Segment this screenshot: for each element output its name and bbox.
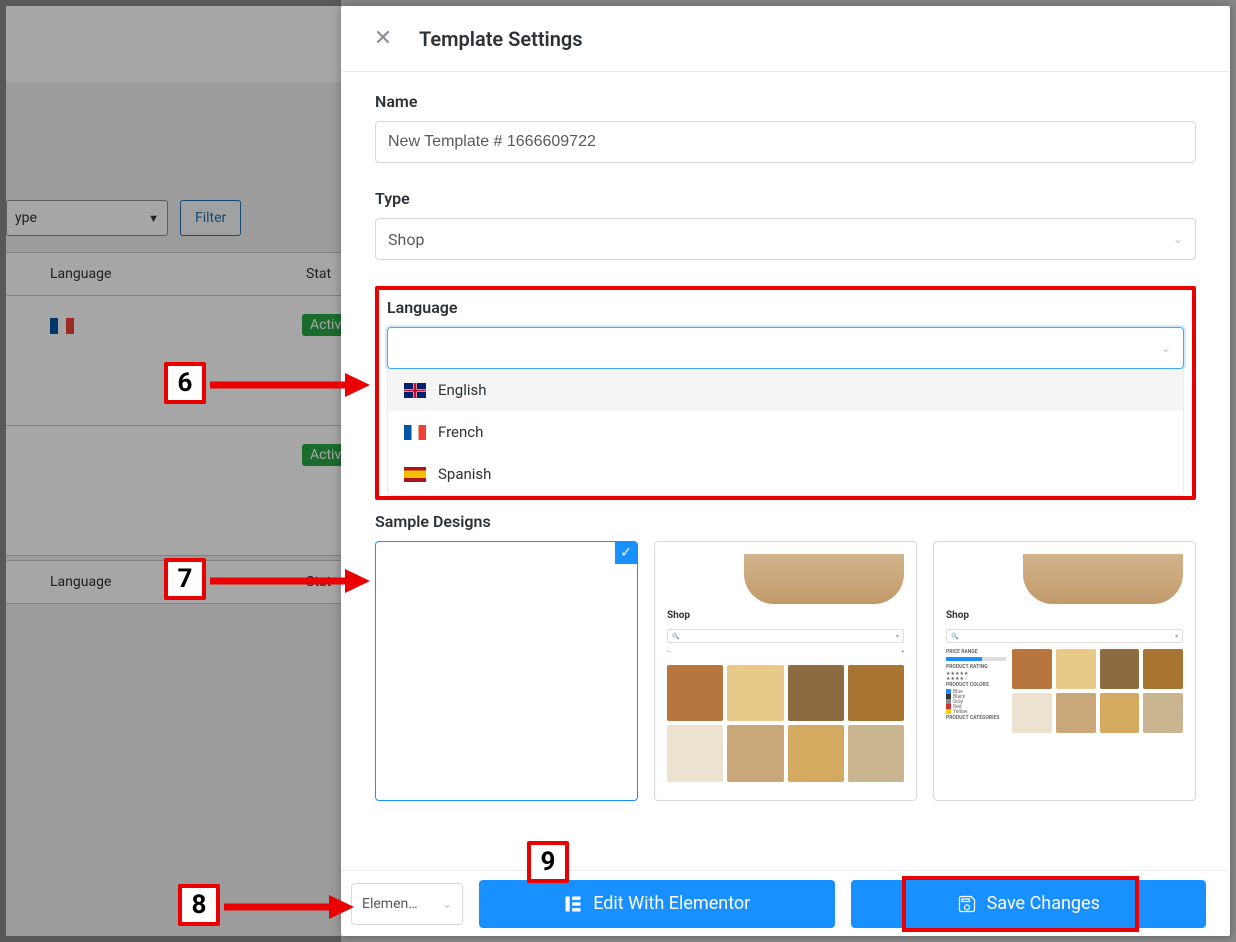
type-select[interactable]: Shop ⌄ [375, 218, 1196, 260]
callout-8: 8 [178, 884, 220, 926]
language-dropdown: English French Spanish [387, 369, 1184, 496]
type-value: Shop [388, 230, 424, 249]
builder-select-value: Elemen… [362, 896, 418, 912]
template-settings-modal: ✕ Template Settings Name Type Shop ⌄ Lan… [341, 6, 1230, 936]
thumb-searchbar: 🔍▾ [667, 629, 904, 643]
sample-designs-row: ✓ Shop 🔍▾ —▾ [375, 541, 1196, 801]
arrow-8 [224, 892, 354, 922]
edit-button-label: Edit With Elementor [593, 893, 750, 914]
thumb-searchbar: 🔍▾ [946, 629, 1183, 643]
builder-select[interactable]: Elemen… ⌄ [351, 883, 463, 925]
thumb-hero-image [744, 554, 904, 604]
language-option-label: French [438, 423, 483, 441]
language-option-label: Spanish [438, 465, 491, 483]
thumb-hero-image [1023, 554, 1183, 604]
uk-flag-icon [404, 383, 426, 398]
language-select[interactable]: ⌄ [387, 327, 1184, 369]
language-option-spanish[interactable]: Spanish [388, 453, 1183, 495]
modal-body: Name Type Shop ⌄ Language ⌄ English [341, 72, 1230, 870]
field-type: Type Shop ⌄ [375, 189, 1196, 260]
sample-design-sidebar[interactable]: Shop 🔍▾ PRICE RANGE PRODUCT RATING ★★★★★… [933, 541, 1196, 801]
elementor-icon [563, 894, 583, 914]
thumb-product-grid [667, 665, 904, 782]
callout-9: 9 [527, 841, 569, 883]
modal-title: Template Settings [419, 27, 583, 51]
name-input[interactable] [375, 121, 1196, 163]
spain-flag-icon [404, 467, 426, 482]
modal-backdrop[interactable] [0, 0, 341, 942]
chevron-down-icon: ⌄ [442, 897, 452, 911]
sample-design-grid[interactable]: Shop 🔍▾ —▾ [654, 541, 917, 801]
thumb-sortbar: —▾ [667, 649, 904, 659]
arrow-6 [210, 370, 370, 400]
field-name: Name [375, 92, 1196, 163]
language-option-label: English [438, 381, 487, 399]
arrow-7 [210, 566, 370, 596]
language-option-french[interactable]: French [388, 411, 1183, 453]
edit-with-elementor-button[interactable]: Edit With Elementor [479, 880, 835, 928]
chevron-down-icon: ⌄ [1173, 232, 1183, 246]
sample-design-blank[interactable]: ✓ [375, 541, 638, 801]
close-icon[interactable]: ✕ [365, 21, 401, 57]
callout-9-box [902, 876, 1139, 932]
language-option-english[interactable]: English [388, 369, 1183, 411]
modal-header: ✕ Template Settings [341, 6, 1230, 72]
type-label: Type [375, 189, 1196, 208]
language-label: Language [387, 298, 1184, 317]
callout-7: 7 [164, 558, 206, 600]
samples-label: Sample Designs [375, 512, 1196, 531]
chevron-down-icon: ⌄ [1161, 341, 1171, 355]
thumb-product-grid [1012, 649, 1183, 733]
callout-6: 6 [164, 362, 206, 404]
selected-check-icon: ✓ [615, 542, 637, 564]
language-section-highlight: Language ⌄ English French Spanish [375, 286, 1196, 500]
name-label: Name [375, 92, 1196, 111]
thumb-sidebar: PRICE RANGE PRODUCT RATING ★★★★★ ★★★★☆ P… [946, 649, 1006, 733]
thumb-title: Shop [667, 610, 904, 621]
france-flag-icon [404, 425, 426, 440]
thumb-title: Shop [946, 610, 1183, 621]
